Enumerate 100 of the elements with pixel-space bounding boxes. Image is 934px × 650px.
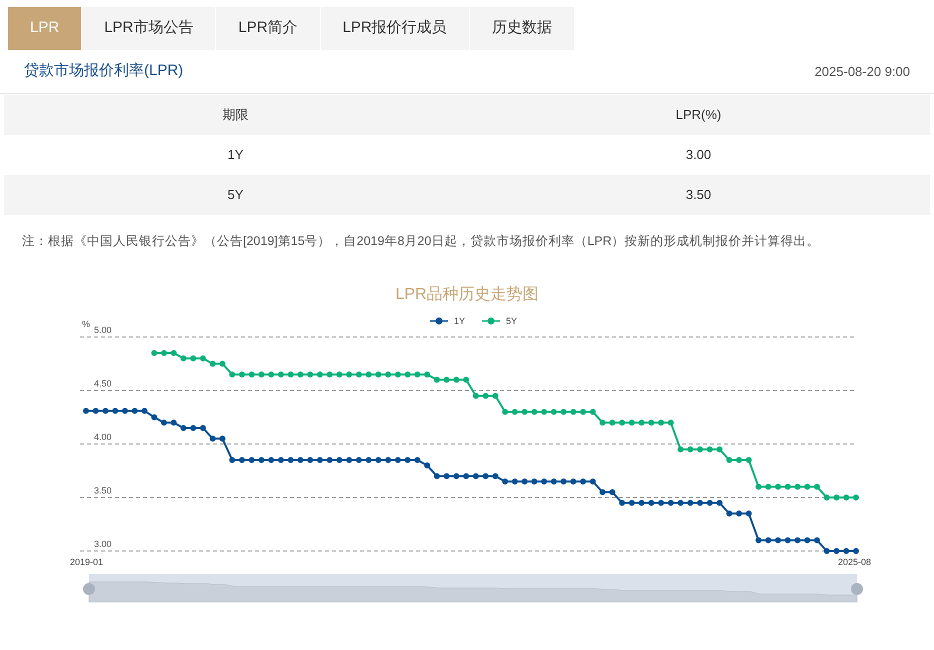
data-point (219, 436, 226, 442)
data-point (678, 446, 684, 452)
data-point (190, 355, 196, 362)
data-point (375, 457, 382, 464)
legend-label: 1Y (454, 316, 466, 326)
tab[interactable]: LPR简介 (216, 7, 320, 50)
data-point (414, 457, 420, 464)
column-header: 期限 (222, 106, 248, 124)
data-point (765, 537, 772, 544)
data-point (297, 457, 304, 464)
data-point (531, 408, 538, 415)
data-point (122, 408, 128, 414)
axis-label: 2019-01 (70, 557, 103, 567)
data-point (307, 457, 314, 464)
data-point (102, 408, 108, 414)
data-point (794, 484, 801, 490)
legend-label: 5Y (506, 316, 518, 326)
data-point (492, 473, 498, 480)
data-point (346, 371, 352, 378)
data-point (482, 473, 489, 480)
data-point (775, 484, 782, 490)
data-point (375, 371, 382, 378)
data-point (190, 424, 196, 431)
data-point (502, 478, 508, 484)
data-point (638, 500, 645, 506)
data-point (560, 408, 567, 415)
data-point (512, 408, 518, 415)
data-point (824, 548, 830, 554)
data-point (706, 446, 713, 452)
data-point (726, 510, 732, 517)
table-cell-text: 5Y (228, 186, 244, 204)
data-point (326, 457, 333, 464)
data-point (628, 500, 635, 506)
range-slider[interactable] (83, 574, 863, 602)
data-point (278, 371, 284, 378)
axis-label: 4.00 (94, 432, 112, 442)
data-point (141, 408, 148, 414)
data-point (385, 371, 392, 378)
data-point (843, 548, 850, 554)
data-point (697, 500, 704, 506)
data-point (238, 371, 245, 378)
data-point (288, 457, 294, 464)
data-point (356, 457, 362, 464)
table-cell-text: 3.00 (686, 146, 712, 164)
data-point (619, 420, 626, 426)
data-point (853, 494, 859, 500)
data-point (316, 457, 323, 464)
data-point (853, 548, 859, 554)
data-point (453, 376, 460, 383)
data-point (394, 371, 401, 378)
data-point (268, 457, 274, 464)
data-point (726, 457, 732, 464)
data-point (278, 457, 284, 464)
data-point (288, 371, 294, 378)
tab[interactable]: LPR报价行成员 (320, 7, 469, 50)
data-point (600, 489, 606, 496)
data-point (336, 457, 342, 464)
data-point (522, 408, 528, 415)
data-point (366, 371, 372, 378)
tab[interactable]: LPR市场公告 (82, 7, 216, 50)
data-point (658, 420, 664, 426)
data-point (600, 420, 606, 426)
data-point (746, 457, 752, 464)
data-point (648, 420, 654, 426)
data-point (580, 478, 586, 484)
data-point (756, 484, 762, 490)
data-point (268, 371, 274, 378)
data-point (814, 484, 820, 490)
column-header: LPR(%) (676, 106, 722, 124)
data-point (326, 371, 333, 378)
data-point (609, 489, 616, 496)
data-point (210, 360, 216, 367)
data-point (804, 537, 810, 544)
data-point (628, 420, 635, 426)
data-point (248, 371, 255, 378)
data-point (716, 500, 723, 506)
data-point (219, 360, 226, 367)
data-point (414, 371, 420, 378)
data-point (404, 457, 411, 464)
table-cell-text: 1Y (228, 146, 244, 164)
axis-label: 5.00 (94, 325, 112, 335)
data-point (746, 510, 752, 517)
axis-label: 3.00 (94, 539, 112, 549)
legend-item[interactable]: 1Y (430, 316, 466, 326)
table-cell-text: 3.50 (686, 186, 712, 204)
data-point (180, 355, 186, 362)
data-point (92, 408, 99, 414)
data-point (590, 478, 596, 484)
data-point (472, 473, 479, 480)
legend-item[interactable]: 5Y (482, 316, 518, 326)
data-point (580, 408, 586, 415)
tab[interactable]: 历史数据 (470, 7, 574, 50)
data-point (200, 424, 206, 431)
data-point (444, 376, 450, 383)
data-point (550, 478, 557, 484)
data-point (463, 376, 470, 383)
data-point (668, 420, 674, 426)
data-point (160, 420, 167, 426)
data-point (824, 494, 830, 500)
data-point (170, 350, 177, 356)
